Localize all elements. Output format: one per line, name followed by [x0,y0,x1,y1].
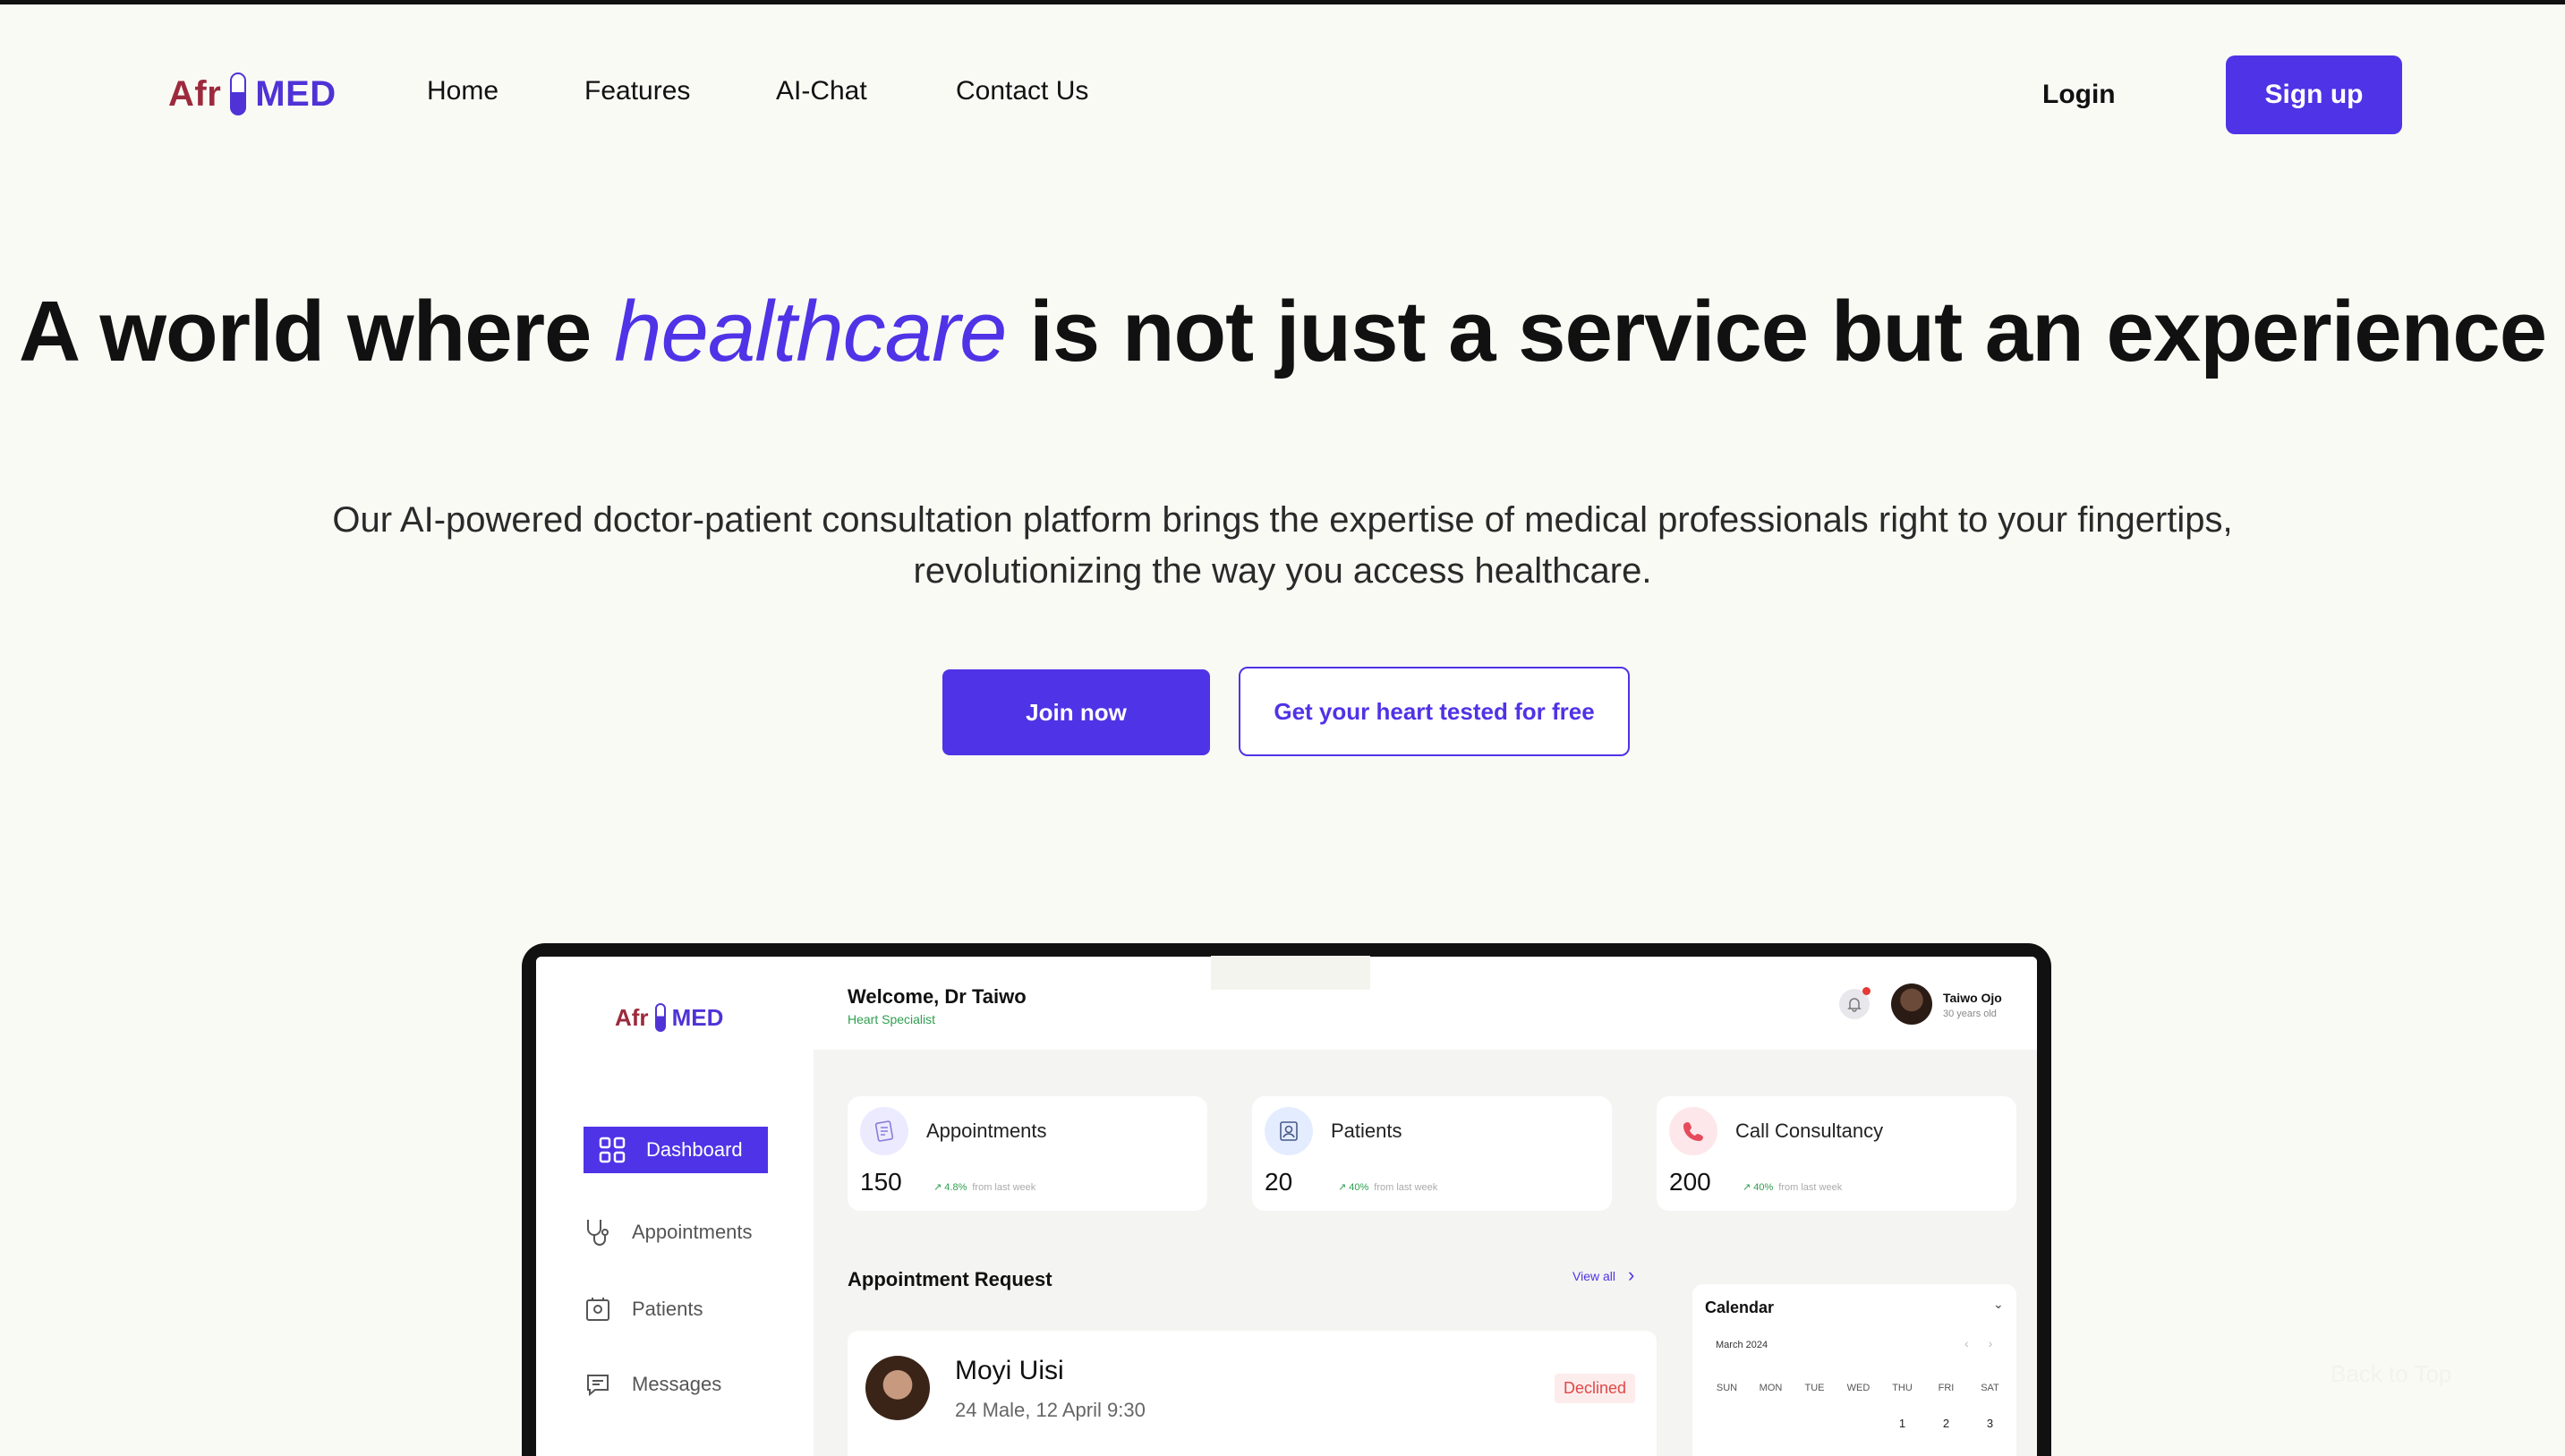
dashboard-preview-screen: Afr MED Dashboard Appointments Patients … [536,957,2037,1456]
back-to-top-link[interactable]: Back to Top [2331,1360,2451,1388]
stat-trend: ↗ 4.8% from last week [933,1182,1036,1193]
nav-home[interactable]: Home [427,76,499,106]
join-now-button[interactable]: Join now [942,669,1210,755]
capsule-icon [654,1003,666,1032]
doctor-role: Heart Specialist [848,1012,936,1026]
stat-trend: ↗ 40% from last week [1743,1182,1843,1193]
welcome-text: Welcome, Dr Taiwo [848,985,1027,1008]
login-link[interactable]: Login [2042,80,2116,110]
user-name: Taiwo Ojo [1943,991,2002,1005]
preview-nav-label: Appointments [632,1221,753,1243]
stat-label: Call Consultancy [1735,1120,1884,1142]
preview-logo: Afr MED [615,1003,723,1032]
heart-test-button[interactable]: Get your heart tested for free [1239,667,1630,756]
request-patient-name: Moyi Uisi [955,1356,1064,1385]
preview-nav-label: Dashboard [646,1138,743,1161]
message-icon [584,1370,612,1399]
preview-sidebar: Afr MED Dashboard Appointments Patients … [536,957,814,1456]
user-age: 30 years old [1943,1009,1997,1019]
calendar-widget: Calendar ⌄ March 2024 ‹› SUN MON TUE WED THU… [1692,1284,2016,1456]
phone-icon [1669,1107,1717,1155]
avatar [865,1356,930,1420]
stat-label: Patients [1331,1120,1402,1142]
stat-value: 200 [1669,1168,1711,1196]
appointment-request-card[interactable]: Moyi Uisi 24 Male, 12 April 9:30 Decline… [848,1331,1657,1456]
avatar[interactable] [1891,983,1932,1025]
calendar-nav-arrows[interactable]: ‹› [1964,1336,2012,1350]
brand-part2: MED [255,73,337,114]
appointment-request-title: Appointment Request [848,1268,1052,1290]
calendar-title: Calendar [1705,1298,1775,1316]
preview-nav-patients[interactable]: Patients [584,1295,703,1324]
preview-main: Welcome, Dr Taiwo Heart Specialist Taiwo… [814,957,2037,1456]
signup-button[interactable]: Sign up [2226,55,2402,134]
hero-title-accent: healthcare [614,284,1007,379]
preview-nav-label: Patients [632,1298,703,1320]
stat-value: 150 [860,1168,902,1196]
brand-logo[interactable]: Afr MED [168,72,337,115]
view-all-link[interactable]: View all [1572,1269,1615,1283]
preview-brand-part2: MED [671,1003,724,1031]
dashboard-preview-device: Afr MED Dashboard Appointments Patients … [522,943,2051,1456]
preview-nav-label: Messages [632,1373,722,1395]
calendar-week-1[interactable]: 123 [1705,1417,2012,1430]
nav-ai-chat[interactable]: AI-Chat [776,76,867,106]
preview-nav-appointments[interactable]: Appointments [584,1218,753,1247]
stat-value: 20 [1265,1168,1293,1196]
document-icon [860,1107,908,1155]
stat-label: Appointments [926,1120,1047,1142]
stat-card-call-consultancy[interactable]: Call Consultancy 200 ↗ 40% from last week [1657,1096,2016,1211]
capsule-icon [230,72,247,115]
hero-title: A world where healthcare is not just a s… [0,289,2565,375]
preview-brand-part1: Afr [615,1003,649,1031]
calendar-month: March 2024 [1716,1340,1768,1350]
nav-contact-us[interactable]: Contact Us [956,76,1088,106]
hero-title-pre: A world where [18,284,615,379]
stat-card-appointments[interactable]: Appointments 150 ↗ 4.8% from last week [848,1096,1207,1211]
hero-subtitle: Our AI-powered doctor-patient consultati… [332,500,2233,591]
stat-card-patients[interactable]: Patients 20 ↗ 40% from last week [1252,1096,1612,1211]
patient-card-icon [1265,1107,1313,1155]
hero-title-post: is not just a service but an experience [1006,284,2547,379]
stethoscope-icon [584,1218,612,1247]
status-badge: Declined [1555,1374,1636,1403]
stat-trend: ↗ 40% from last week [1338,1182,1438,1193]
grid-icon [598,1136,626,1164]
nav-features[interactable]: Features [584,76,690,106]
request-patient-meta: 24 Male, 12 April 9:30 [955,1399,1146,1421]
brand-part1: Afr [168,73,222,114]
preview-nav-messages[interactable]: Messages [584,1370,721,1399]
notification-dot [1862,987,1870,995]
preview-nav-dashboard[interactable]: Dashboard [584,1127,768,1173]
patient-icon [584,1295,612,1324]
device-notch [1211,956,1370,990]
preview-header: Welcome, Dr Taiwo Heart Specialist Taiwo… [814,957,2037,1050]
chevron-down-icon[interactable]: ⌄ [1993,1297,2004,1312]
chevron-right-icon[interactable]: › [1628,1264,1634,1287]
calendar-weekdays: SUN MON TUE WED THU FRI SAT [1716,1383,1999,1393]
top-nav: Afr MED Home Features AI-Chat Contact Us… [0,4,2565,183]
